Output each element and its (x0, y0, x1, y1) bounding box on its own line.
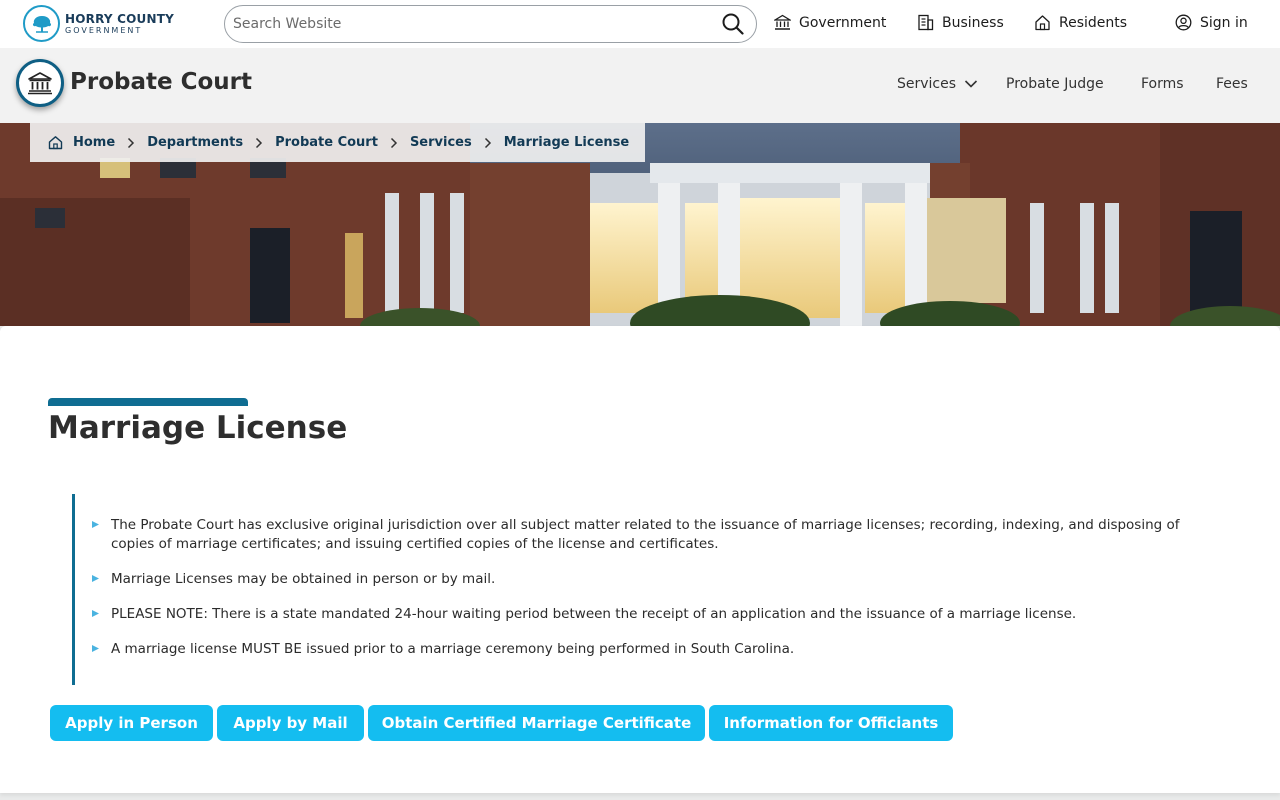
user-circle-icon (1175, 14, 1192, 31)
certified-certificate-button[interactable]: Obtain Certified Marriage Certificate (368, 705, 705, 741)
breadcrumb-departments[interactable]: Departments (147, 135, 243, 150)
title-accent-bar (48, 398, 248, 406)
logo-title: HORRY COUNTY (65, 11, 175, 26)
dept-nav-probate-judge-label: Probate Judge (1006, 76, 1104, 92)
list-item: The Probate Court has exclusive original… (92, 516, 1182, 554)
breadcrumb-probate-court[interactable]: Probate Court (275, 135, 378, 150)
list-item: A marriage license MUST BE issued prior … (92, 640, 1182, 659)
chevron-right-icon (255, 137, 263, 149)
apply-by-mail-button[interactable]: Apply by Mail (217, 705, 364, 741)
bullet-icon (92, 575, 99, 582)
dept-nav-services-label: Services (897, 76, 957, 92)
sign-in-label: Sign in (1200, 14, 1248, 31)
dept-nav-forms-label: Forms (1141, 76, 1184, 92)
chevron-right-icon (390, 137, 398, 149)
dept-nav-fees[interactable]: Fees (1216, 76, 1248, 92)
note-text: Marriage Licenses may be obtained in per… (111, 571, 496, 587)
home-icon[interactable] (48, 135, 63, 150)
bullet-icon (92, 610, 99, 617)
topnav-government[interactable]: Government (774, 14, 886, 31)
topnav-residents[interactable]: Residents (1034, 14, 1127, 31)
department-title[interactable]: Probate Court (70, 69, 252, 95)
topnav-residents-label: Residents (1059, 14, 1128, 31)
county-logo[interactable]: HORRY COUNTY GOVERNMENT (23, 5, 174, 42)
house-icon (1035, 15, 1050, 31)
list-item: Marriage Licenses may be obtained in per… (92, 570, 1182, 589)
top-bar: HORRY COUNTY GOVERNMENT Government (0, 0, 1280, 48)
breadcrumb: Home Departments Probate Court Services … (30, 123, 645, 162)
bullet-icon (92, 645, 99, 652)
apply-in-person-button[interactable]: Apply in Person (50, 705, 213, 741)
note-text: PLEASE NOTE: There is a state mandated 2… (111, 606, 1077, 622)
search-input[interactable] (233, 14, 713, 34)
sign-in-link[interactable]: Sign in (1175, 14, 1248, 31)
dept-nav-fees-label: Fees (1216, 76, 1248, 92)
list-item: PLEASE NOTE: There is a state mandated 2… (92, 605, 1182, 624)
dept-nav-services[interactable]: Services (897, 76, 978, 92)
note-text: The Probate Court has exclusive original… (111, 517, 1180, 552)
search-box (224, 5, 757, 43)
courthouse-icon[interactable] (16, 59, 64, 107)
officiants-info-button[interactable]: Information for Officiants (709, 705, 953, 741)
page-title: Marriage License (48, 410, 348, 446)
office-building-icon (918, 14, 934, 31)
breadcrumb-current: Marriage License (503, 135, 630, 150)
chevron-right-icon (484, 137, 492, 149)
tree-logo-icon (23, 5, 60, 42)
main-content: Marriage License The Probate Court has e… (0, 326, 1280, 793)
dept-nav-probate-judge[interactable]: Probate Judge (1006, 76, 1104, 92)
logo-subtitle: GOVERNMENT (65, 25, 143, 35)
breadcrumb-services[interactable]: Services (410, 135, 472, 150)
topnav-business[interactable]: Business (917, 14, 1004, 31)
note-text: A marriage license MUST BE issued prior … (111, 641, 795, 657)
chevron-down-icon (964, 80, 978, 88)
notes-list: The Probate Court has exclusive original… (72, 494, 1202, 685)
department-header: Probate Court Services Probate Judge For… (0, 48, 1280, 123)
capitol-icon (774, 14, 791, 30)
breadcrumb-home[interactable]: Home (73, 135, 115, 150)
bullet-icon (92, 521, 99, 528)
search-icon[interactable] (722, 13, 744, 39)
dept-nav-forms[interactable]: Forms (1141, 76, 1184, 92)
topnav-government-label: Government (799, 14, 887, 31)
chevron-right-icon (127, 137, 135, 149)
topnav-business-label: Business (942, 14, 1004, 31)
